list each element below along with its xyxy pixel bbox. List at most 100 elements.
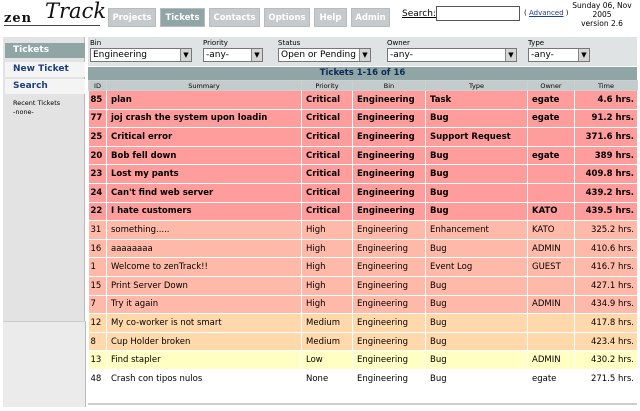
table-row[interactable]: 7 Try it again High Engineering Bug ADMIN 434.… (88, 295, 638, 315)
chevron-down-icon: ▼ (359, 49, 370, 61)
date-line: Sunday 06, Nov (572, 1, 632, 10)
sidebar-item-search[interactable]: Search (5, 79, 85, 94)
column-header-priority[interactable]: Priority (301, 80, 353, 91)
ticket-id: 48 (88, 369, 107, 389)
tab-help[interactable]: Help (314, 8, 347, 27)
table-row[interactable]: 48 Crash con tipos nulos None Engineering Bu… (88, 369, 638, 389)
ticket-bin: Engineering (352, 146, 426, 166)
filter-bin-label: Bin (90, 39, 102, 47)
search-input[interactable] (436, 6, 520, 21)
table-row[interactable]: 77 joj crash the system upon loadin Critic… (88, 109, 638, 129)
ticket-owner: KATO (527, 202, 575, 222)
ticket-priority: Critical (301, 109, 353, 129)
tab-contacts[interactable]: Contacts (209, 8, 260, 27)
tab-admin[interactable]: Admin (351, 8, 390, 27)
header: zen Track Projects Tickets Contacts Opti… (0, 0, 640, 30)
table-row[interactable]: 31 something..... High Engineering Enhanceme… (88, 220, 638, 240)
ticket-bin: Engineering (352, 276, 426, 296)
tab-options[interactable]: Options (264, 8, 310, 27)
filter-priority-label: Priority (203, 39, 228, 47)
chevron-down-icon: ▼ (251, 49, 262, 61)
ticket-bin: Engineering (352, 257, 426, 277)
ticket-owner: egate (527, 146, 575, 166)
ticket-time: 91.2 hrs. (574, 109, 638, 129)
table-row[interactable]: 23 Lost my pants Critical Engineering Bug 409… (88, 164, 638, 184)
table-row[interactable]: 16 aaaaaaaa High Engineering Bug ADMIN 410.6 h… (88, 239, 638, 259)
column-header-type[interactable]: Type (425, 80, 528, 91)
ticket-owner: KATO (527, 220, 575, 240)
ticket-id: 1 (88, 257, 107, 277)
ticket-id: 25 (88, 127, 107, 147)
ticket-priority: Medium (301, 332, 353, 352)
ticket-summary: Print Server Down (106, 276, 302, 296)
column-header-owner[interactable]: Owner (527, 80, 575, 91)
ticket-priority: Critical (301, 202, 353, 222)
table-row[interactable]: 25 Critical error Critical Engineering Suppo… (88, 127, 638, 147)
ticket-id: 20 (88, 146, 107, 166)
ticket-bin: Engineering (352, 202, 426, 222)
column-header-id[interactable]: ID (88, 80, 107, 91)
ticket-time: 439.5 hrs. (574, 202, 638, 222)
filter-type: Type -any- ▼ (528, 39, 590, 62)
table-row[interactable]: 12 My co-worker is not smart Medium Enginee… (88, 313, 638, 333)
ticket-type: Task (425, 90, 528, 110)
ticket-bin: Engineering (352, 350, 426, 370)
ticket-owner: egate (527, 109, 575, 129)
ticket-owner (527, 164, 575, 184)
bin-select[interactable]: Engineering ▼ (90, 48, 192, 62)
search-label: Search: (402, 9, 436, 19)
ticket-type: Event Log (425, 257, 528, 277)
ticket-type: Bug (425, 164, 528, 184)
ticket-summary: My co-worker is not smart (106, 313, 302, 333)
filter-owner: Owner -any- ▼ (387, 39, 517, 62)
column-header-time[interactable]: Time (574, 80, 638, 91)
chevron-down-icon: ▼ (505, 49, 516, 61)
ticket-summary: Welcome to zenTrack!! (106, 257, 302, 277)
ticket-owner (527, 183, 575, 203)
ticket-summary: aaaaaaaa (106, 239, 302, 259)
ticket-priority: High (301, 295, 353, 315)
filter-owner-label: Owner (387, 39, 410, 47)
table-row[interactable]: 13 Find stapler Low Engineering Bug ADMIN 430.… (88, 350, 638, 370)
ticket-owner: ADMIN (527, 295, 575, 315)
ticket-id: 13 (88, 350, 107, 370)
version-line: version 2.6 (581, 19, 623, 28)
ticket-priority: Critical (301, 183, 353, 203)
priority-select[interactable]: -any- ▼ (203, 48, 263, 62)
tab-projects[interactable]: Projects (108, 8, 156, 27)
status-select[interactable]: Open or Pending ▼ (278, 48, 371, 62)
ticket-type: Bug (425, 369, 528, 389)
advanced-search-link[interactable]: Advanced (529, 9, 564, 17)
type-select[interactable]: -any- ▼ (528, 48, 590, 62)
ticket-owner: ADMIN (527, 350, 575, 370)
ticket-priority: High (301, 220, 353, 240)
table-row[interactable]: 24 Can't find web server Critical Engineeri… (88, 183, 638, 203)
ticket-bin: Engineering (352, 313, 426, 333)
table-row[interactable]: 15 Print Server Down High Engineering Bug 427… (88, 276, 638, 296)
owner-select-value: -any- (390, 50, 413, 60)
owner-select[interactable]: -any- ▼ (387, 48, 517, 62)
tab-tickets[interactable]: Tickets (160, 8, 205, 27)
ticket-summary: Critical error (106, 127, 302, 147)
ticket-type: Bug (425, 313, 528, 333)
ticket-id: 22 (88, 202, 107, 222)
ticket-summary: joj crash the system upon loadin (106, 109, 302, 129)
table-row[interactable]: 22 I hate customers Critical Engineering Bug… (88, 202, 638, 222)
column-header-summary[interactable]: Summary (106, 80, 302, 91)
ticket-summary: Can't find web server (106, 183, 302, 203)
table-row[interactable]: 20 Bob fell down Critical Engineering Bug ega… (88, 146, 638, 166)
column-header-bin[interactable]: Bin (352, 80, 426, 91)
ticket-priority: High (301, 257, 353, 277)
sidebar-item-tickets[interactable]: Tickets (5, 43, 85, 58)
sidebar-item-new-ticket[interactable]: New Ticket (5, 62, 85, 77)
ticket-id: 24 (88, 183, 107, 203)
table-row[interactable]: 8 Cup Holder broken Medium Engineering Bug 42… (88, 332, 638, 352)
table-row[interactable]: 85 plan Critical Engineering Task egate 4.6 hr… (88, 90, 638, 110)
chevron-down-icon: ▼ (578, 49, 589, 61)
filter-status: Status Open or Pending ▼ (278, 39, 371, 62)
ticket-bin: Engineering (352, 369, 426, 389)
table-row[interactable]: 1 Welcome to zenTrack!! High Engineering Eve… (88, 257, 638, 277)
ticket-id: 15 (88, 276, 107, 296)
ticket-time: 325.2 hrs. (574, 220, 638, 240)
ticket-bin: Engineering (352, 220, 426, 240)
